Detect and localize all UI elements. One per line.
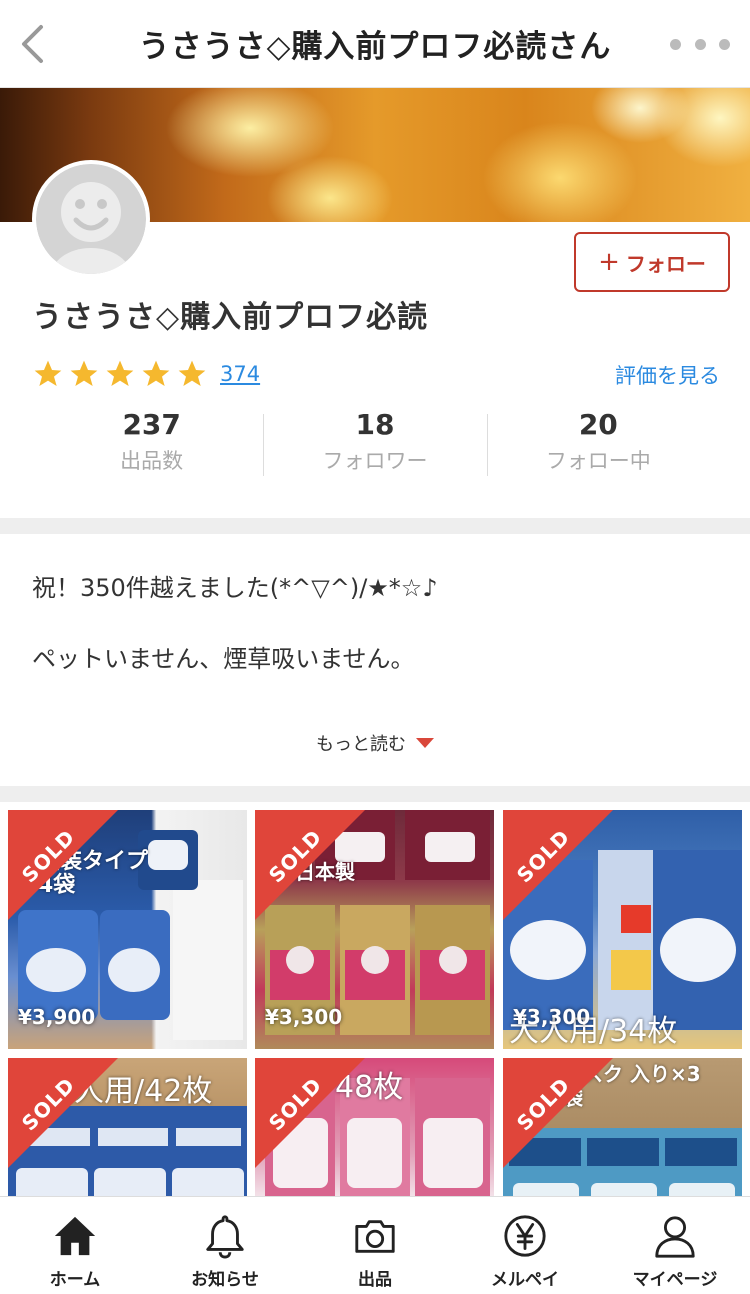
stat-listings[interactable]: 237 出品数 bbox=[40, 408, 263, 478]
caret-down-icon bbox=[416, 738, 434, 748]
bio-line: ペットいません、煙草吸いません。 bbox=[32, 644, 415, 673]
stat-followers[interactable]: 18 フォロワー bbox=[263, 408, 486, 478]
star-icon bbox=[34, 360, 62, 386]
yen-icon bbox=[504, 1215, 546, 1257]
rating-stars: 374 bbox=[30, 358, 260, 390]
bell-icon bbox=[206, 1215, 244, 1259]
stat-value: 18 bbox=[355, 408, 395, 441]
section-divider bbox=[0, 786, 750, 802]
more-dots-icon[interactable] bbox=[670, 30, 730, 58]
stat-label: フォロワー bbox=[322, 448, 428, 473]
bio-text: 祝！350件越えました(*^▽^)/★*☆♪ ペットいません、煙草吸いません。 bbox=[32, 574, 722, 716]
see-reviews-link[interactable]: 評価を見る bbox=[615, 360, 720, 390]
item-tile[interactable]: 個装タイプ 4袋 SOLD ¥3,900 bbox=[8, 810, 247, 1049]
stat-label: フォロー中 bbox=[545, 448, 651, 473]
tab-home[interactable]: ホーム bbox=[0, 1197, 150, 1294]
tab-label: メルペイ bbox=[491, 1270, 559, 1290]
stat-value: 20 bbox=[578, 408, 618, 441]
item-price: ¥3,300 bbox=[265, 1005, 343, 1029]
item-price: ¥3,900 bbox=[18, 1005, 96, 1029]
read-more-button[interactable]: もっと読む bbox=[0, 730, 750, 756]
chevron-left-icon[interactable] bbox=[14, 22, 50, 66]
item-tile[interactable]: 日本製 SOLD ¥3,300 bbox=[255, 810, 494, 1049]
follow-label: フォロー bbox=[625, 251, 706, 276]
profile-stats: 237 出品数 18 フォロワー 20 フォロー中 bbox=[40, 408, 710, 478]
rating-count-link[interactable]: 374 bbox=[220, 362, 260, 386]
section-divider bbox=[0, 518, 750, 534]
avatar bbox=[32, 160, 150, 278]
tab-notifications[interactable]: お知らせ bbox=[150, 1197, 300, 1294]
item-tile[interactable]: 大人用/34枚 SOLD ¥3,300 bbox=[503, 810, 742, 1049]
stat-following[interactable]: 20 フォロー中 bbox=[486, 408, 710, 478]
follow-button[interactable]: + フォロー bbox=[574, 232, 730, 292]
tab-label: お知らせ bbox=[191, 1270, 259, 1290]
item-grid: 個装タイプ 4袋 SOLD ¥3,900 日本製 SOLD ¥3,300 大人用… bbox=[0, 802, 750, 1294]
item-price: ¥3,300 bbox=[513, 1005, 591, 1029]
star-icon bbox=[106, 360, 134, 386]
tab-mypage[interactable]: マイページ bbox=[600, 1197, 750, 1294]
stat-label: 出品数 bbox=[120, 448, 184, 473]
star-icon bbox=[178, 360, 206, 386]
home-icon bbox=[54, 1216, 96, 1256]
read-more-label: もっと読む bbox=[316, 734, 406, 755]
top-nav-bar: うさうさ◇購入前プロフ必読さん bbox=[0, 0, 750, 88]
tab-label: ホーム bbox=[49, 1270, 101, 1290]
bio-line: 祝！350件越えました(*^▽^)/★*☆♪ bbox=[32, 574, 438, 602]
stat-value: 237 bbox=[122, 408, 181, 441]
tab-merpay[interactable]: メルペイ bbox=[450, 1197, 600, 1294]
tab-label: マイページ bbox=[632, 1270, 718, 1290]
camera-icon bbox=[355, 1220, 395, 1253]
plus-icon: + bbox=[598, 247, 620, 277]
profile-name: うさうさ◇購入前プロフ必読 bbox=[32, 300, 429, 335]
page-title: うさうさ◇購入前プロフ必読さん bbox=[138, 29, 612, 65]
bottom-tab-bar: ホーム お知らせ 出品 メルペイ マイページ bbox=[0, 1196, 750, 1294]
star-icon bbox=[142, 360, 170, 386]
star-icon bbox=[70, 360, 98, 386]
person-icon bbox=[655, 1216, 695, 1258]
tab-sell[interactable]: 出品 bbox=[300, 1197, 450, 1294]
tab-label: 出品 bbox=[358, 1270, 392, 1290]
